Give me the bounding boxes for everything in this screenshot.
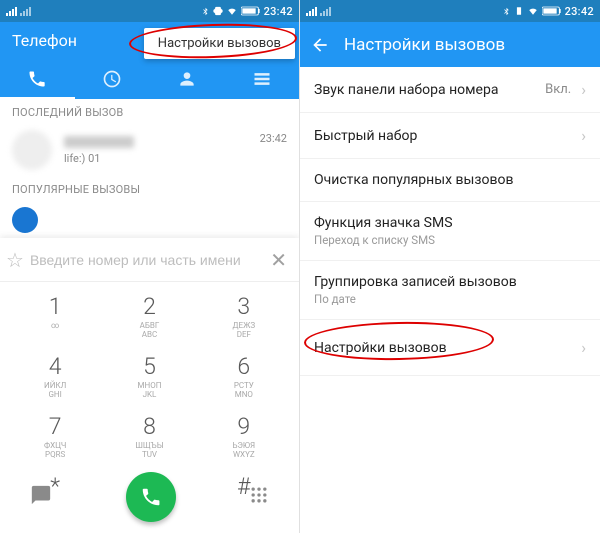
tab-indicator bbox=[0, 97, 75, 99]
tab-recent[interactable] bbox=[75, 59, 150, 99]
chevron-right-icon: › bbox=[581, 80, 586, 99]
signal-icon-sim2 bbox=[20, 6, 31, 16]
tab-contacts[interactable] bbox=[150, 59, 225, 99]
key-4[interactable]: 4ИЙКЛ GHI bbox=[8, 346, 101, 406]
star-icon[interactable]: ☆ bbox=[6, 248, 24, 272]
call-button[interactable] bbox=[126, 472, 176, 522]
battery-icon bbox=[542, 6, 562, 16]
close-icon[interactable]: ✕ bbox=[266, 244, 291, 276]
key-7[interactable]: 7ФХЦЧ PQRS bbox=[8, 406, 101, 466]
signal-icon bbox=[6, 6, 17, 16]
key-5[interactable]: 5МНОП JKL bbox=[103, 346, 196, 406]
signal-icon-sim2 bbox=[320, 6, 331, 16]
app-title: Телефон bbox=[12, 31, 77, 50]
row-sms-badge[interactable]: Функция значка SMS Переход к списку SMS bbox=[300, 202, 600, 261]
key-6[interactable]: 6РСТУ MNO bbox=[197, 346, 290, 406]
key-1[interactable]: 1∞ bbox=[8, 286, 101, 346]
battery-icon bbox=[241, 6, 261, 16]
overflow-popup-call-settings[interactable]: Настройки вызовов bbox=[144, 28, 295, 59]
section-popular: ПОПУЛЯРНЫЕ ВЫЗОВЫ bbox=[0, 176, 299, 201]
overflow-popup-label: Настройки вызовов bbox=[158, 36, 281, 51]
key-9[interactable]: 9ЬЭЮЯ WXYZ bbox=[197, 406, 290, 466]
key-2[interactable]: 2АБВГ ABC bbox=[103, 286, 196, 346]
row-call-settings[interactable]: Настройки вызовов › bbox=[300, 320, 600, 376]
wifi-icon bbox=[527, 6, 539, 16]
row-speed-dial[interactable]: Быстрый набор › bbox=[300, 113, 600, 159]
settings-list: Звук панели набора номера Вкл. › Быстрый… bbox=[300, 67, 600, 376]
contact-avatar bbox=[12, 207, 38, 233]
phone-screen-call-settings: 23:42 Настройки вызовов Звук панели набо… bbox=[300, 0, 600, 533]
key-8[interactable]: 8ШЩЪЫ TUV bbox=[103, 406, 196, 466]
row-group-calls[interactable]: Группировка записей вызовов По дате bbox=[300, 261, 600, 320]
clock-text: 23:42 bbox=[264, 5, 293, 18]
row-clear-popular[interactable]: Очистка популярных вызовов bbox=[300, 159, 600, 202]
call-log-item[interactable]: life:) 01 23:42 bbox=[0, 124, 299, 176]
tab-phone[interactable] bbox=[0, 59, 75, 99]
dialer-search-row: ☆ ✕ bbox=[0, 238, 299, 282]
page-title: Настройки вызовов bbox=[344, 35, 505, 55]
appbar: Настройки вызовов bbox=[300, 22, 600, 67]
call-operator-label: life:) 01 bbox=[64, 152, 260, 165]
key-3[interactable]: 3ДЕЖЗ DEF bbox=[197, 286, 290, 346]
row-dialpad-sound[interactable]: Звук панели набора номера Вкл. › bbox=[300, 67, 600, 113]
statusbar: 23:42 bbox=[300, 0, 600, 22]
bluetooth-icon bbox=[502, 6, 511, 17]
popular-call-item[interactable] bbox=[0, 201, 299, 235]
chevron-right-icon: › bbox=[581, 338, 586, 357]
clock-text: 23:42 bbox=[565, 5, 594, 18]
chevron-right-icon: › bbox=[581, 126, 586, 145]
dialpad-icon[interactable] bbox=[249, 485, 269, 509]
section-last-call: ПОСЛЕДНИЙ ВЫЗОВ bbox=[0, 99, 299, 124]
tab-groups[interactable] bbox=[224, 59, 299, 99]
contact-avatar bbox=[12, 130, 52, 170]
dialer-panel: ☆ ✕ 1∞ 2АБВГ ABC 3ДЕЖЗ DEF 4ИЙКЛ GHI 5МН… bbox=[0, 238, 299, 533]
vibrate-icon bbox=[514, 6, 524, 16]
call-time: 23:42 bbox=[260, 132, 287, 145]
tabs bbox=[0, 59, 299, 99]
appbar: Телефон Настройки вызовов bbox=[0, 22, 299, 59]
wifi-icon bbox=[226, 6, 238, 16]
phone-screen-dialer: 23:42 Телефон Настройки вызовов bbox=[0, 0, 300, 533]
contact-name-redacted bbox=[64, 136, 134, 148]
bluetooth-icon bbox=[201, 6, 210, 17]
dialer-search-input[interactable] bbox=[30, 252, 266, 268]
vibrate-icon bbox=[213, 6, 223, 16]
back-icon[interactable] bbox=[310, 35, 330, 55]
statusbar: 23:42 bbox=[0, 0, 299, 22]
value-text: Вкл. bbox=[545, 82, 571, 97]
sms-icon[interactable] bbox=[30, 484, 52, 510]
signal-icon bbox=[306, 6, 317, 16]
